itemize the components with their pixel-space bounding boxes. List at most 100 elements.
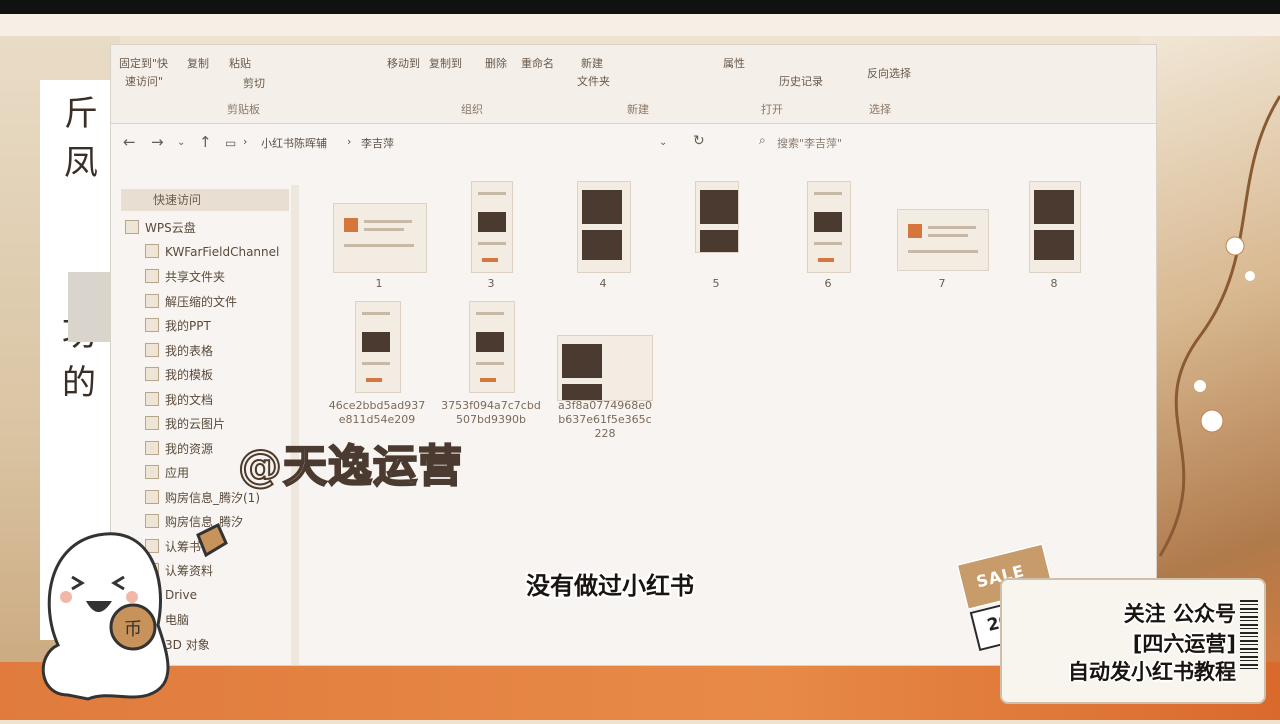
ribbon-command[interactable]: 历史记录 [779, 73, 823, 89]
file-name[interactable]: 6 [808, 277, 848, 290]
ribbon-command[interactable]: 移动到 [387, 55, 420, 71]
thumbnail-detail [476, 312, 504, 315]
file-name[interactable]: 3 [471, 277, 511, 290]
file-thumbnail[interactable] [1029, 181, 1081, 273]
barcode-icon [1240, 600, 1258, 670]
thumbnail-detail [476, 362, 504, 365]
ribbon-group-label: 选择 [869, 103, 891, 116]
ribbon-group-label: 新建 [627, 103, 649, 116]
thumbnail-detail [818, 258, 834, 262]
thumbnail-detail [480, 378, 496, 382]
folder-icon [145, 416, 159, 430]
svg-text:币: 币 [124, 619, 142, 640]
breadcrumb-item[interactable]: 李吉萍 [361, 135, 394, 151]
ribbon-command[interactable]: 速访问" [125, 73, 163, 89]
sidebar-item[interactable]: 我的模板 [145, 366, 213, 383]
file-thumbnail[interactable] [695, 181, 739, 253]
breadcrumb-item[interactable]: 小红书陈晖辅 [261, 135, 327, 151]
sidebar-item[interactable]: 应用 [145, 464, 189, 481]
file-name[interactable]: 3753f094a7c7cbd507bd9390b [441, 399, 541, 427]
sidebar-item-label: 我的文档 [165, 392, 214, 407]
top-black-bar [0, 0, 1280, 14]
thumbnail-detail [928, 234, 968, 237]
back-arrow-icon[interactable]: ← [123, 133, 136, 151]
sidebar-item[interactable]: 解压缩的文件 [145, 293, 237, 310]
thumbnail-detail [700, 230, 738, 252]
folder-icon [145, 391, 159, 406]
file-thumbnail[interactable] [577, 181, 631, 273]
ribbon-command[interactable]: 删除 [485, 55, 507, 71]
sidebar-item[interactable]: 我的表格 [145, 342, 213, 359]
ribbon-command[interactable]: 复制 [187, 55, 209, 71]
ribbon-command[interactable]: 固定到"快 [119, 55, 168, 71]
ribbon-command[interactable]: 粘贴 [229, 55, 251, 71]
thumbnail-detail [364, 228, 404, 231]
folder-icon: ▭ [225, 136, 237, 150]
forward-arrow-icon[interactable]: → [151, 133, 164, 151]
sidebar-item-label: 解压缩的文件 [165, 294, 238, 309]
refresh-icon[interactable]: ↻ [693, 133, 705, 149]
ribbon-group-label: 组织 [461, 103, 483, 116]
sidebar-item-label: 应用 [165, 466, 190, 480]
folder-icon [145, 465, 159, 479]
address-dropdown-icon[interactable]: ⌄ [659, 137, 667, 148]
ribbon-command[interactable]: 反向选择 [867, 65, 911, 81]
thumbnail-detail [344, 218, 358, 232]
thumbnail-detail [362, 312, 390, 315]
thumbnail-detail [814, 192, 842, 195]
file-name[interactable]: 7 [922, 277, 962, 290]
sidebar-item-label: 共享文件夹 [165, 270, 226, 284]
file-thumbnail[interactable] [557, 335, 653, 401]
cloud-icon [125, 220, 139, 234]
folder-icon [145, 293, 159, 308]
thumbnail-detail [814, 212, 842, 232]
sidebar-item[interactable]: 我的PPT [145, 317, 211, 334]
ribbon-command[interactable]: 复制到 [429, 55, 462, 71]
sidebar-item-label: 我的云图片 [165, 417, 226, 431]
sidebar-item[interactable]: 我的文档 [145, 391, 213, 408]
ribbon-command[interactable]: 重命名 [521, 55, 554, 71]
thumbnail-detail [928, 226, 976, 229]
file-thumbnail[interactable] [471, 181, 513, 273]
thumbnail-detail [1034, 230, 1074, 260]
sidebar-item[interactable]: 我的资源 [145, 440, 213, 457]
file-name[interactable]: 46ce2bbd5ad937e811d54e209 [327, 399, 427, 427]
file-thumbnail[interactable] [897, 209, 989, 271]
file-name[interactable]: 1 [359, 277, 399, 290]
ribbon-group-label: 剪贴板 [227, 103, 260, 116]
file-thumbnail[interactable] [333, 203, 427, 273]
folder-icon [145, 318, 159, 332]
quick-access-header[interactable]: 快速访问 [121, 189, 289, 211]
thumbnail-detail [476, 332, 504, 352]
ribbon-command[interactable]: 属性 [723, 55, 745, 71]
file-thumbnail[interactable] [469, 301, 515, 393]
ribbon-command[interactable]: 剪切 [243, 75, 265, 91]
thumbnail-detail [362, 362, 390, 365]
file-thumbnail[interactable] [807, 181, 851, 273]
search-icon: ⌕ [759, 133, 766, 147]
promo-card: 关注 公众号 [四六运营] 自动发小红书教程 [1000, 578, 1266, 704]
sidebar-item[interactable]: 我的云图片 [145, 415, 225, 432]
file-name[interactable]: 4 [583, 277, 623, 290]
promo-line-3: 自动发小红书教程 [1068, 660, 1236, 684]
sidebar-item-label: 我的PPT [165, 319, 211, 333]
up-arrow-icon[interactable]: ↑ [199, 133, 212, 151]
sidebar-item[interactable]: KWFarFieldChannel [145, 243, 279, 259]
thumbnail-detail [1034, 190, 1074, 224]
folder-icon [145, 440, 159, 455]
sidebar-item[interactable]: 共享文件夹 [145, 268, 225, 285]
sidebar-item[interactable]: WPS云盘 [125, 219, 196, 236]
ribbon-command[interactable]: 新建 [581, 55, 603, 71]
file-name[interactable]: 5 [696, 277, 736, 290]
file-name[interactable]: a3f8a0774968e0b637e61f5e365c228 [555, 399, 655, 441]
thumbnail-detail [700, 190, 738, 224]
recent-dropdown-icon[interactable]: ⌄ [177, 137, 185, 148]
file-name[interactable]: 8 [1034, 277, 1074, 290]
ribbon-group-label: 打开 [761, 103, 783, 116]
folder-icon [145, 269, 159, 283]
thumbnail-detail [582, 190, 622, 224]
search-input[interactable]: ⌕ 搜索"李吉萍" [759, 131, 1019, 153]
thumbnail-detail [478, 192, 506, 195]
file-thumbnail[interactable] [355, 301, 401, 393]
ribbon-command[interactable]: 文件夹 [577, 73, 610, 89]
